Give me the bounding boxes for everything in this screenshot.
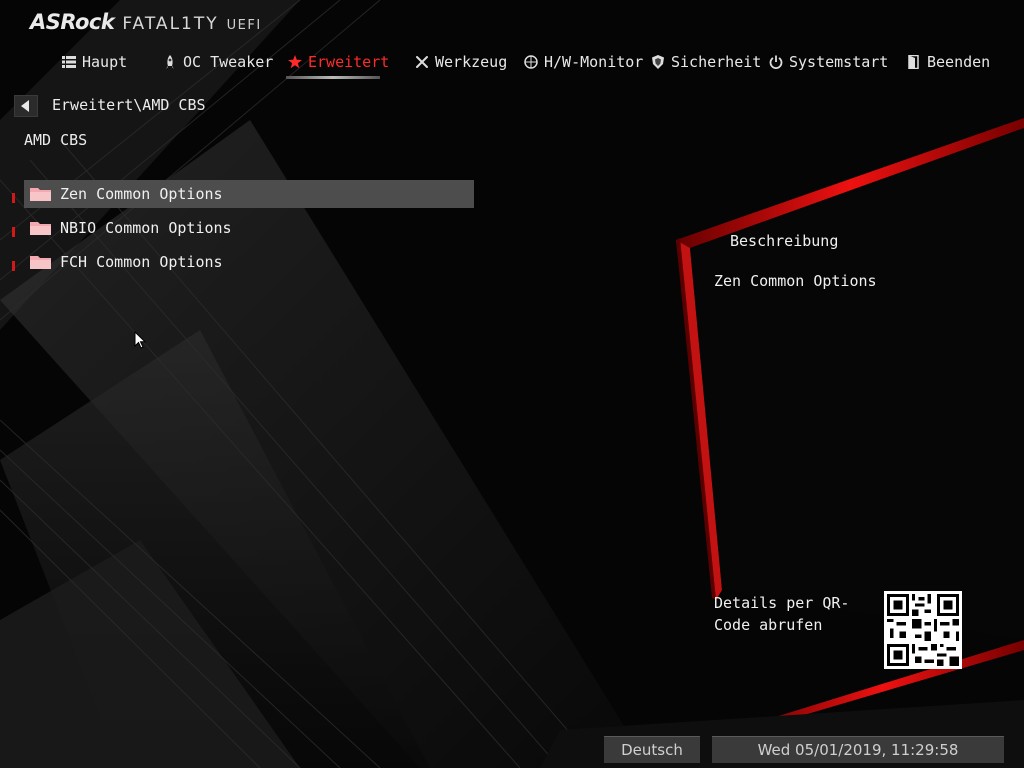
description-title: Beschreibung [730,232,839,250]
tab-systemstart[interactable]: Systemstart [769,50,888,74]
list-icon [62,56,76,68]
tab-label: Systemstart [789,53,889,71]
tab-label: Werkzeug [435,53,508,71]
folder-icon [30,256,51,269]
power-icon [769,55,783,69]
menu-item-label: Zen Common Options [60,185,223,203]
menu-item-nbio-common-options[interactable]: NBIO Common Options [24,214,474,242]
tab-oc-tweaker[interactable]: OC Tweaker [163,50,273,74]
logo-brand: ASRock [30,10,115,34]
tab-label: Erweitert [308,53,390,71]
description-text: Zen Common Options [714,272,877,290]
tools-icon [416,56,428,68]
item-marker [12,193,15,203]
logo-product-line: FATAL1TY [122,14,219,34]
rocket-icon [166,55,174,69]
exit-icon [908,55,919,69]
monitor-icon [524,55,538,69]
language-button[interactable]: Deutsch [604,736,700,763]
language-label: Deutsch [621,741,683,759]
menu-item-fch-common-options[interactable]: FCH Common Options [24,248,474,276]
item-marker [12,261,15,271]
arrow-left-icon [21,100,29,112]
star-icon [288,55,302,69]
tab-sicherheit[interactable]: Sicherheit [651,50,761,74]
menu-item-label: FCH Common Options [60,253,223,271]
tab-label: H/W-Monitor [544,53,644,71]
tab-label: Sicherheit [671,53,762,71]
tab-label: Haupt [82,53,128,71]
date-time-display: Wed 05/01/2019, 11:29:58 [712,736,1004,763]
folder-icon [30,222,51,235]
mouse-cursor-icon [134,331,146,349]
tab-haupt[interactable]: Haupt [62,50,127,74]
item-marker [12,227,15,237]
background-artwork [0,0,1024,768]
back-button[interactable] [14,95,38,117]
tab-label: OC Tweaker [183,53,274,71]
tab-label: Beenden [927,53,991,71]
asrock-logo: ASRock FATAL1TY UEFI [30,10,262,38]
tab-werkzeug[interactable]: Werkzeug [415,50,507,74]
page-title: AMD CBS [24,131,88,149]
tab-hw-monitor[interactable]: H/W-Monitor [524,50,643,74]
shield-icon [652,55,664,69]
logo-uefi: UEFI [226,18,262,33]
active-tab-indicator [286,76,380,79]
qr-code-hint: Details per QR-Code abrufen [714,594,850,634]
breadcrumb: Erweitert\AMD CBS [52,96,206,114]
tab-erweitert[interactable]: Erweitert [288,50,389,74]
qr-code [884,591,962,669]
folder-icon [30,188,51,201]
menu-item-zen-common-options[interactable]: Zen Common Options [24,180,474,208]
tab-beenden[interactable]: Beenden [907,50,990,74]
date-time-text: Wed 05/01/2019, 11:29:58 [757,741,959,759]
menu-item-label: NBIO Common Options [60,219,232,237]
